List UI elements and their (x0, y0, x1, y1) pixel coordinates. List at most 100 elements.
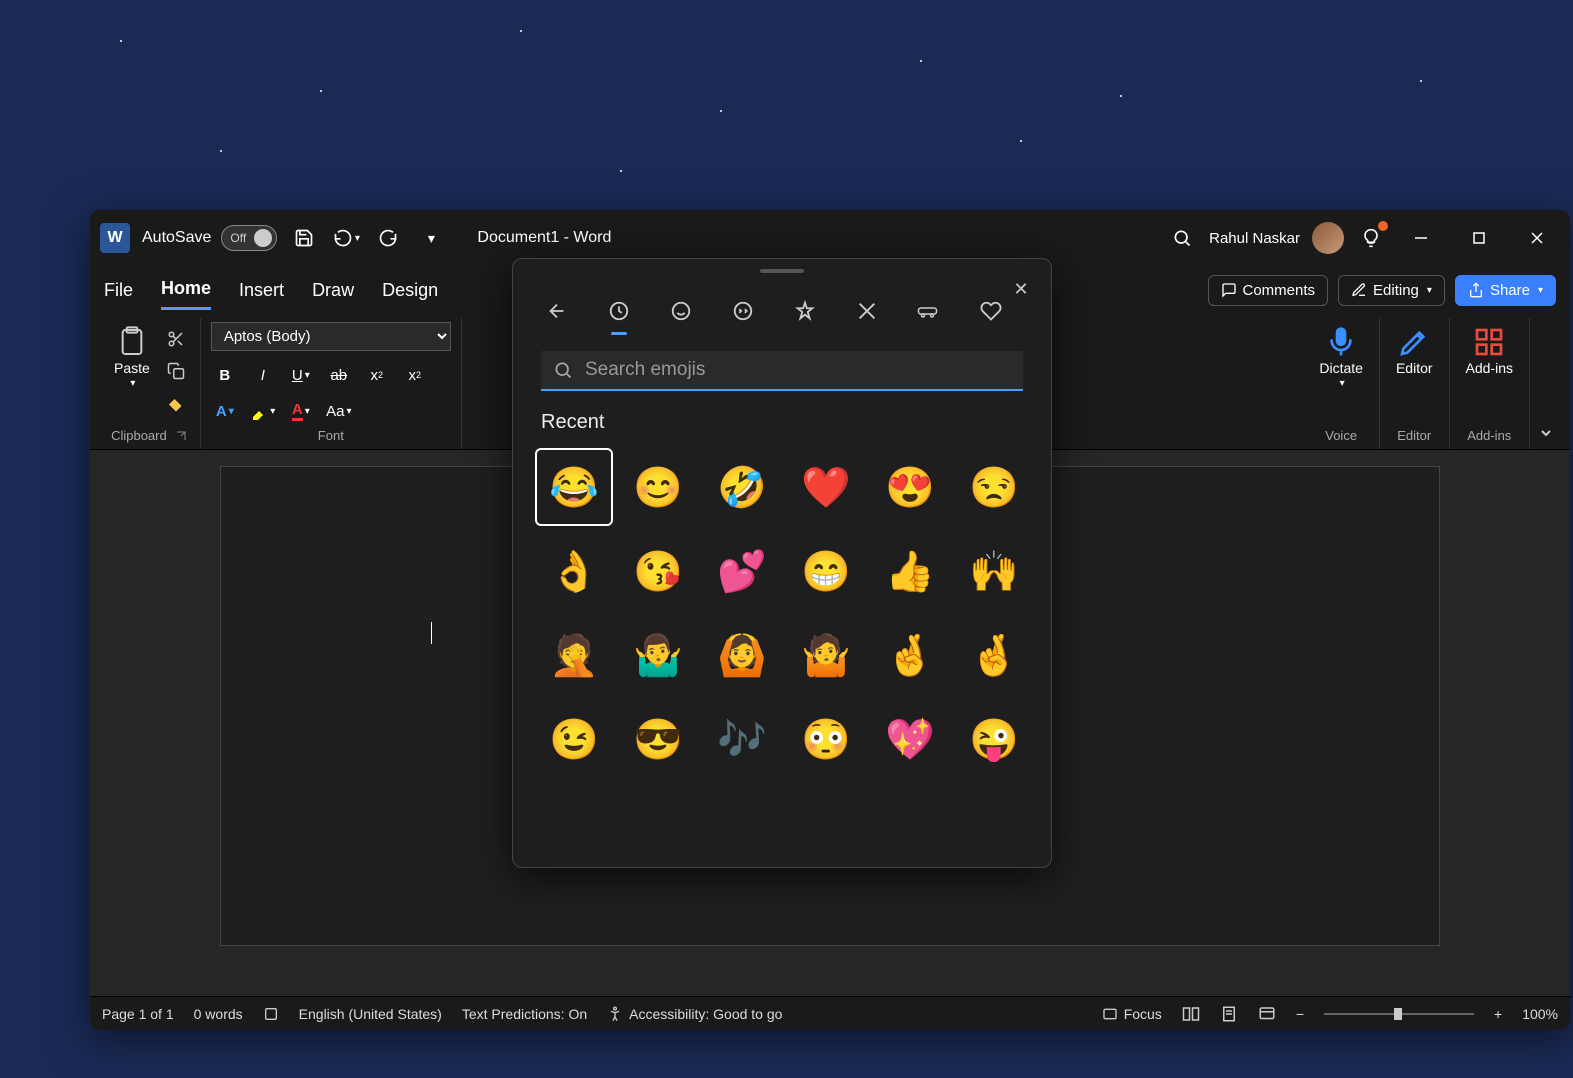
cut-icon[interactable] (162, 326, 190, 352)
picker-cat-symbols-icon[interactable] (851, 291, 883, 331)
copy-icon[interactable] (162, 358, 190, 384)
picker-cat-recent-icon[interactable] (603, 291, 635, 331)
emoji-cell[interactable]: 😜 (955, 700, 1033, 778)
emoji-cell[interactable]: 💖 (871, 700, 949, 778)
picker-cat-gif-icon[interactable] (727, 291, 759, 331)
zoom-level[interactable]: 100% (1522, 1006, 1558, 1022)
status-spellcheck-icon[interactable] (263, 1006, 279, 1022)
status-predictions[interactable]: Text Predictions: On (462, 1006, 587, 1022)
read-mode-icon[interactable] (1182, 1005, 1200, 1023)
user-avatar[interactable] (1312, 222, 1344, 254)
dictate-button[interactable]: Dictate▾ (1313, 322, 1369, 393)
italic-button[interactable]: I (249, 363, 277, 387)
undo-button[interactable]: ▾ (331, 223, 361, 253)
font-color-button[interactable]: A▾ (287, 399, 315, 423)
zoom-slider[interactable] (1324, 1013, 1474, 1015)
paste-button[interactable]: Paste▾ (108, 322, 156, 393)
close-button[interactable] (1514, 221, 1560, 255)
emoji-cell[interactable]: 😘 (619, 532, 697, 610)
emoji-cell[interactable]: 🎶 (703, 700, 781, 778)
print-layout-icon[interactable] (1220, 1005, 1238, 1023)
emoji-picker: ✕ Recent 😂😊🤣❤️😍😒👌😘💕😁👍🙌🤦🤷‍♂️🙆🤷🤞🤞😉😎🎶😳💖😜 (512, 258, 1052, 868)
editing-mode-button[interactable]: Editing▾ (1338, 275, 1445, 306)
word-app-icon: W (100, 223, 130, 253)
font-name-select[interactable]: Aptos (Body) (211, 322, 451, 351)
picker-back-icon[interactable] (541, 291, 573, 331)
status-words[interactable]: 0 words (194, 1006, 243, 1022)
emoji-cell[interactable]: 😍 (871, 448, 949, 526)
emoji-cell[interactable]: 😉 (535, 700, 613, 778)
tab-file[interactable]: File (104, 272, 133, 309)
ribbon-group-editor: Editor Editor (1380, 318, 1450, 449)
emoji-cell[interactable]: 🤞 (955, 616, 1033, 694)
tab-design[interactable]: Design (382, 272, 438, 309)
text-effects-button[interactable]: A▾ (211, 399, 239, 423)
emoji-cell[interactable]: 🤷 (787, 616, 865, 694)
statusbar: Page 1 of 1 0 words English (United Stat… (90, 996, 1570, 1030)
subscript-button[interactable]: x2 (363, 363, 391, 387)
save-icon[interactable] (289, 223, 319, 253)
clipboard-dialog-launcher-icon[interactable] (175, 430, 187, 442)
text-cursor (431, 622, 432, 644)
comments-button[interactable]: Comments (1208, 275, 1329, 306)
emoji-cell[interactable]: 😳 (787, 700, 865, 778)
emoji-cell[interactable]: 😒 (955, 448, 1033, 526)
coming-soon-icon[interactable] (1356, 223, 1386, 253)
emoji-grid: 😂😊🤣❤️😍😒👌😘💕😁👍🙌🤦🤷‍♂️🙆🤷🤞🤞😉😎🎶😳💖😜 (513, 444, 1051, 782)
picker-search[interactable] (541, 351, 1023, 391)
share-button[interactable]: Share▾ (1455, 275, 1556, 306)
web-layout-icon[interactable] (1258, 1005, 1276, 1023)
emoji-cell[interactable]: 💕 (703, 532, 781, 610)
document-title: Document1 - Word (477, 229, 611, 247)
picker-cat-heart-icon[interactable] (975, 291, 1007, 331)
emoji-cell[interactable]: 🤷‍♂️ (619, 616, 697, 694)
zoom-in-button[interactable]: + (1494, 1006, 1502, 1022)
focus-mode-button[interactable]: Focus (1102, 1006, 1162, 1022)
ribbon-collapse-icon[interactable] (1530, 417, 1562, 449)
emoji-cell[interactable]: 😊 (619, 448, 697, 526)
emoji-cell[interactable]: ❤️ (787, 448, 865, 526)
emoji-cell[interactable]: 🙌 (955, 532, 1033, 610)
search-icon[interactable] (1167, 223, 1197, 253)
emoji-cell[interactable]: 🤦 (535, 616, 613, 694)
picker-close-button[interactable]: ✕ (1005, 273, 1037, 305)
emoji-cell[interactable]: 🤣 (703, 448, 781, 526)
ribbon-group-voice: Dictate▾ Voice (1303, 318, 1380, 449)
user-name: Rahul Naskar (1209, 230, 1300, 247)
emoji-cell[interactable]: 🤞 (871, 616, 949, 694)
status-accessibility[interactable]: Accessibility: Good to go (607, 1006, 782, 1022)
format-painter-icon[interactable] (162, 390, 190, 416)
underline-button[interactable]: U▾ (287, 363, 315, 387)
tab-insert[interactable]: Insert (239, 272, 284, 309)
bold-button[interactable]: B (211, 363, 239, 387)
picker-cat-objects-icon[interactable] (913, 291, 945, 331)
zoom-out-button[interactable]: − (1296, 1006, 1304, 1022)
emoji-cell[interactable]: 😎 (619, 700, 697, 778)
emoji-cell[interactable]: 😂 (535, 448, 613, 526)
emoji-cell[interactable]: 😁 (787, 532, 865, 610)
status-page[interactable]: Page 1 of 1 (102, 1006, 174, 1022)
editor-button[interactable]: Editor (1390, 322, 1439, 380)
minimize-button[interactable] (1398, 221, 1444, 255)
autosave-toggle[interactable]: Off (221, 225, 277, 251)
emoji-cell[interactable]: 👌 (535, 532, 613, 610)
addins-button[interactable]: Add-ins (1460, 322, 1519, 380)
autosave-label: AutoSave (142, 229, 211, 247)
picker-search-input[interactable] (585, 359, 1011, 381)
redo-button[interactable] (373, 223, 403, 253)
change-case-button[interactable]: Aa▾ (325, 399, 353, 423)
superscript-button[interactable]: x2 (401, 363, 429, 387)
picker-cat-smileys-icon[interactable] (665, 291, 697, 331)
highlight-button[interactable]: ▾ (249, 399, 277, 423)
tab-draw[interactable]: Draw (312, 272, 354, 309)
qat-customize-icon[interactable]: ▾ (415, 223, 445, 253)
emoji-cell[interactable]: 👍 (871, 532, 949, 610)
ribbon-group-addins: Add-ins Add-ins (1450, 318, 1530, 449)
emoji-cell[interactable]: 🙆 (703, 616, 781, 694)
tab-home[interactable]: Home (161, 270, 211, 310)
maximize-button[interactable] (1456, 221, 1502, 255)
strikethrough-button[interactable]: ab (325, 363, 353, 387)
picker-cat-kaomoji-icon[interactable] (789, 291, 821, 331)
picker-section-title: Recent (513, 391, 1051, 444)
status-language[interactable]: English (United States) (299, 1006, 442, 1022)
